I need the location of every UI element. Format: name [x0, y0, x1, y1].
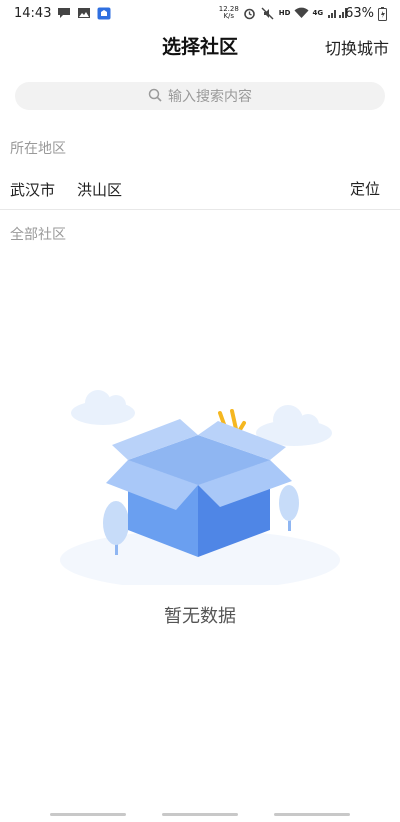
network-speed: 12.28 K/s [219, 6, 239, 20]
header: 选择社区 切换城市 [0, 28, 400, 66]
system-nav-bar [0, 810, 400, 822]
empty-state-message: 暂无数据 [164, 606, 236, 627]
cloud-icon [71, 390, 135, 425]
search-placeholder: 输入搜索内容 [168, 89, 252, 105]
network-type-label: 4G [312, 9, 324, 17]
nav-home-button[interactable] [162, 813, 238, 816]
status-bar: 14:43 12.28 K/s HD 4G 63% [0, 0, 400, 26]
status-right: 12.28 K/s HD 4G 63% [219, 6, 392, 21]
city-selector[interactable]: 武汉市 [10, 179, 55, 200]
alarm-icon [243, 7, 257, 20]
status-time: 14:43 [14, 5, 52, 21]
battery-icon [378, 7, 392, 21]
district-selector[interactable]: 洪山区 [77, 179, 122, 200]
nav-back-button[interactable] [274, 813, 350, 816]
mute-icon [261, 7, 275, 20]
search-icon [148, 87, 162, 106]
signal-icon [327, 7, 348, 19]
region-row: 武汉市 洪山区 定位 [0, 170, 400, 210]
empty-box-illustration [58, 375, 342, 590]
chat-bubble-icon [57, 7, 71, 19]
status-left: 14:43 [14, 6, 111, 21]
locate-button[interactable]: 定位 [350, 178, 380, 199]
wifi-icon [294, 7, 309, 19]
app-icon [97, 7, 111, 20]
community-section-label: 全部社区 [10, 227, 66, 243]
image-icon [77, 7, 91, 19]
search-input[interactable]: 输入搜索内容 [15, 82, 385, 110]
hd-label: HD [278, 9, 291, 17]
battery-percent: 63% [345, 5, 374, 21]
nav-recent-button[interactable] [50, 813, 126, 816]
network-speed-unit: K/s [223, 12, 235, 20]
region-section-label: 所在地区 [10, 141, 66, 157]
switch-city-button[interactable]: 切换城市 [325, 35, 389, 59]
